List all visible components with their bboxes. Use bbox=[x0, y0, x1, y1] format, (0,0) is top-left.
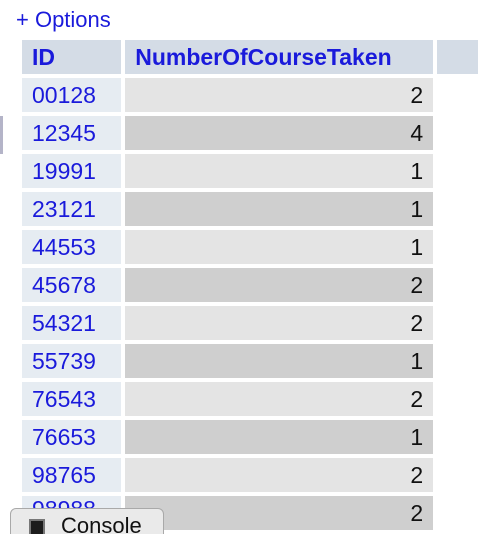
id-cell[interactable]: 45678 bbox=[22, 268, 122, 302]
id-cell[interactable]: 98765 bbox=[22, 458, 122, 492]
table-row: 19991 1 bbox=[22, 154, 478, 188]
id-cell[interactable]: 44553 bbox=[22, 230, 122, 264]
table-row: 98765 2 bbox=[22, 458, 478, 492]
table-row: 76653 1 bbox=[22, 420, 478, 454]
query-results-page: + Options ID NumberOfCourseTaken 00128 2… bbox=[0, 0, 482, 534]
table-row: 45678 2 bbox=[22, 268, 478, 302]
row-spacer bbox=[437, 154, 478, 188]
count-cell: 1 bbox=[125, 154, 434, 188]
row-spacer bbox=[437, 420, 478, 454]
row-spacer bbox=[437, 230, 478, 264]
console-tab-label: Console bbox=[61, 513, 142, 534]
id-cell[interactable]: 23121 bbox=[22, 192, 122, 226]
row-spacer bbox=[437, 382, 478, 416]
table-row: 54321 2 bbox=[22, 306, 478, 340]
column-header-number-of-course-taken[interactable]: NumberOfCourseTaken bbox=[125, 40, 434, 74]
table-row: 76543 2 bbox=[22, 382, 478, 416]
options-toggle-link[interactable]: + Options bbox=[16, 6, 111, 34]
row-spacer bbox=[437, 78, 478, 112]
left-edge-marker bbox=[0, 116, 3, 154]
count-cell: 1 bbox=[125, 344, 434, 378]
id-cell[interactable]: 00128 bbox=[22, 78, 122, 112]
table-row: 00128 2 bbox=[22, 78, 478, 112]
id-cell[interactable]: 55739 bbox=[22, 344, 122, 378]
table-header-row: ID NumberOfCourseTaken bbox=[22, 40, 478, 74]
row-spacer bbox=[437, 268, 478, 302]
row-spacer bbox=[437, 458, 478, 492]
table-row: 55739 1 bbox=[22, 344, 478, 378]
id-cell[interactable]: 19991 bbox=[22, 154, 122, 188]
column-header-spacer bbox=[437, 40, 478, 74]
count-cell: 2 bbox=[125, 458, 434, 492]
id-cell[interactable]: 76653 bbox=[22, 420, 122, 454]
table-row: 23121 1 bbox=[22, 192, 478, 226]
count-cell: 4 bbox=[125, 116, 434, 150]
count-cell: 2 bbox=[125, 78, 434, 112]
count-cell: 2 bbox=[125, 268, 434, 302]
row-spacer bbox=[437, 344, 478, 378]
id-cell[interactable]: 76543 bbox=[22, 382, 122, 416]
column-header-id[interactable]: ID bbox=[22, 40, 122, 74]
id-cell[interactable]: 54321 bbox=[22, 306, 122, 340]
count-cell: 1 bbox=[125, 230, 434, 264]
row-spacer bbox=[437, 116, 478, 150]
row-spacer bbox=[437, 496, 478, 530]
table-row: 44553 1 bbox=[22, 230, 478, 264]
count-cell: 2 bbox=[125, 496, 434, 530]
id-cell[interactable]: 12345 bbox=[22, 116, 122, 150]
count-cell: 2 bbox=[125, 382, 434, 416]
table-row: 12345 4 bbox=[22, 116, 478, 150]
count-cell: 2 bbox=[125, 306, 434, 340]
row-spacer bbox=[437, 306, 478, 340]
console-tab[interactable]: Console bbox=[10, 508, 164, 534]
row-spacer bbox=[437, 192, 478, 226]
terminal-icon bbox=[29, 519, 45, 534]
results-table: ID NumberOfCourseTaken 00128 2 12345 4 1… bbox=[18, 36, 482, 534]
count-cell: 1 bbox=[125, 192, 434, 226]
count-cell: 1 bbox=[125, 420, 434, 454]
